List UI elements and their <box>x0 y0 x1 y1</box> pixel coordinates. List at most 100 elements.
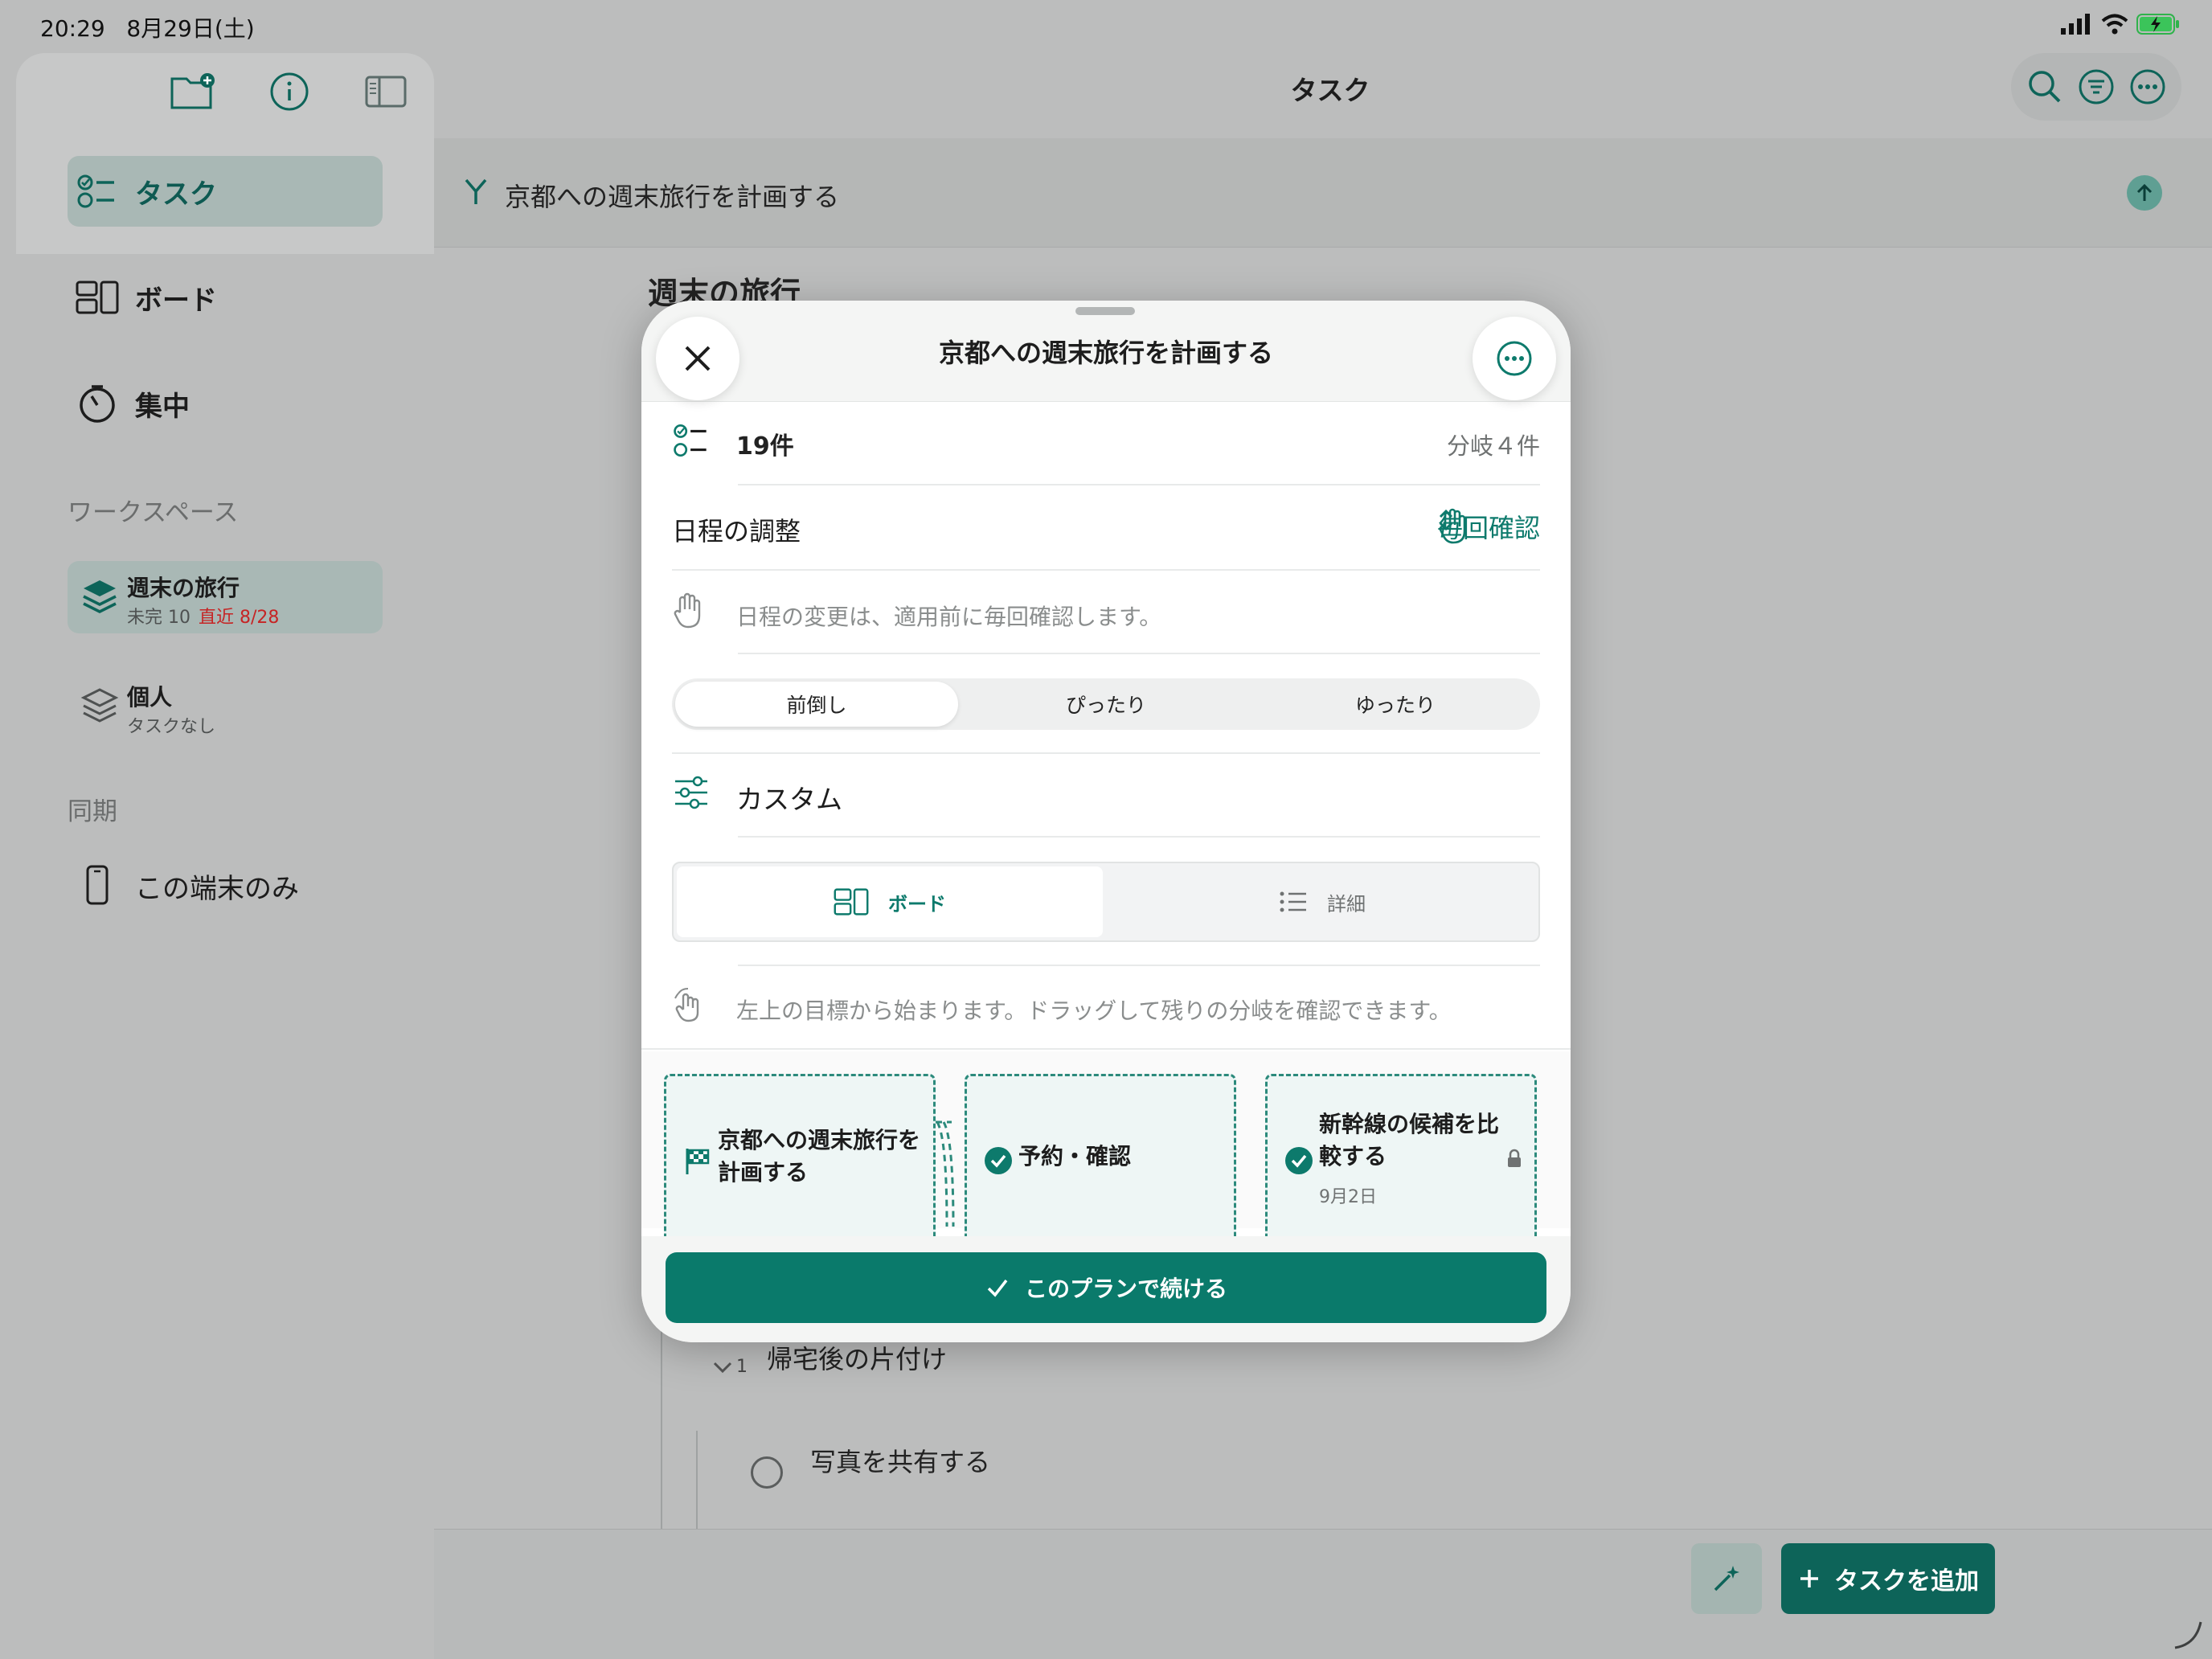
plan-sheet: 京都への週末旅行を計画する 19件 分岐４件 日程の調整 毎回確認 日程の変更は… <box>641 301 1571 1342</box>
more-icon[interactable] <box>2127 66 2169 108</box>
task-group[interactable]: 1 帰宅後の片付け <box>712 1337 947 1377</box>
board-card-goal[interactable]: 京都への週末旅行を計画する <box>664 1074 936 1259</box>
group-count: 1 <box>736 1357 748 1377</box>
confirm-mode-select[interactable]: 毎回確認 <box>1437 508 1540 545</box>
sidebar-toolbar <box>169 68 410 116</box>
workspace-section-header: ワークスペース <box>68 498 239 527</box>
sidebar-item-tasks[interactable]: タスク <box>68 156 383 227</box>
layers-icon <box>80 577 119 616</box>
sidebar-toggle-icon[interactable] <box>362 68 410 116</box>
goal-bar[interactable]: 京都への週末旅行を計画する <box>434 138 2212 248</box>
view-option-detail[interactable]: 詳細 <box>1109 866 1535 937</box>
branch-icon <box>460 175 492 207</box>
confirm-hint: 日程の変更は、適用前に毎回確認します。 <box>736 604 1162 630</box>
divider <box>672 752 1540 754</box>
corner-handle-icon <box>2172 1619 2204 1651</box>
workspace-item-weekend-trip[interactable]: 週末の旅行 未完 10 直近 8/28 <box>68 561 383 633</box>
mode-option-exact[interactable]: ぴったり <box>965 682 1247 727</box>
status-time: 20:29 8月29日(土) <box>40 11 255 43</box>
page-title: タスク <box>1290 75 1370 106</box>
sheet-grabber[interactable] <box>1075 307 1135 315</box>
close-button[interactable] <box>656 317 739 400</box>
divider <box>738 653 1540 654</box>
board-hint: 左上の目標から始まります。ドラッグして残りの分岐を確認できます。 <box>736 997 1452 1024</box>
sync-item-label: この端末のみ <box>135 872 299 905</box>
checkmark-icon <box>985 1275 1010 1301</box>
sheet-more-button[interactable] <box>1473 317 1556 400</box>
sync-section-header: 同期 <box>68 797 117 826</box>
layers-outline-icon <box>80 686 119 725</box>
schedule-row: 日程の調整 毎回確認 <box>672 503 1540 551</box>
schedule-label: 日程の調整 <box>672 516 801 547</box>
add-task-button[interactable]: タスクを追加 <box>1781 1543 1995 1614</box>
view-mode-segment: ボード 詳細 <box>672 862 1540 942</box>
custom-label: カスタム <box>736 784 842 815</box>
mode-option-relaxed[interactable]: ゆったり <box>1254 682 1537 727</box>
view-option-label: ボード <box>888 892 946 916</box>
divider <box>672 569 1540 571</box>
search-icon[interactable] <box>2024 66 2066 108</box>
divider <box>738 484 1540 485</box>
mode-option-label: ゆったり <box>1354 694 1436 717</box>
board-hint-row: 左上の目標から始まります。ドラッグして残りの分岐を確認できます。 <box>672 984 1540 1032</box>
tree-line <box>696 1431 698 1535</box>
sheet-title: 京都への週末旅行を計画する <box>938 338 1273 368</box>
checklist-icon <box>672 421 711 460</box>
flag-icon <box>682 1145 713 1176</box>
sync-item-this-device[interactable]: この端末のみ <box>68 850 383 921</box>
card-title: 新幹線の候補を比較する <box>1319 1111 1500 1169</box>
hand-icon <box>672 592 711 630</box>
divider <box>738 965 1540 966</box>
status-clock: 20:29 <box>40 15 105 42</box>
sidebar-item-board[interactable]: ボード <box>68 262 383 333</box>
chevron-up-down-icon <box>1437 507 1476 546</box>
sidebar-item-focus[interactable]: 集中 <box>68 368 383 439</box>
mode-option-advance[interactable]: 前倒し <box>675 682 958 727</box>
continue-plan-button[interactable]: このプランで続ける <box>666 1252 1546 1323</box>
task-count: 19件 <box>736 432 794 461</box>
mode-option-label: ぴったり <box>1065 694 1146 717</box>
task-checkbox[interactable] <box>751 1456 783 1489</box>
workspace-item-personal[interactable]: 個人 タスクなし <box>68 670 383 743</box>
card-title: 予約・確認 <box>1018 1143 1132 1169</box>
workspace-due: 直近 8/28 <box>199 608 280 628</box>
sidebar-item-label: 集中 <box>135 390 190 423</box>
count-row: 19件 分岐４件 <box>672 420 1540 468</box>
new-folder-icon[interactable] <box>169 68 217 116</box>
sidebar-item-label: タスク <box>135 178 217 211</box>
task-title: 写真を共有する <box>810 1447 991 1477</box>
branch-count: 分岐４件 <box>1446 432 1540 460</box>
status-icons <box>2061 13 2180 35</box>
plus-icon <box>1797 1567 1821 1591</box>
card-date: 9月2日 <box>1319 1182 1377 1270</box>
close-icon <box>680 341 715 376</box>
chevron-down-icon <box>712 1360 733 1374</box>
workspace-open-count: 未完 10 <box>127 608 190 628</box>
status-date: 8月29日(土) <box>126 15 255 42</box>
timer-icon <box>76 382 119 425</box>
drag-hand-icon <box>672 987 711 1026</box>
sidebar-item-label: ボード <box>135 284 217 317</box>
workspace-name: 個人 <box>127 684 173 711</box>
magic-wand-button[interactable] <box>1691 1543 1762 1614</box>
board-card-booking[interactable]: 予約・確認 <box>965 1074 1236 1259</box>
goal-title: 京都への週末旅行を計画する <box>505 182 840 212</box>
task-row[interactable]: 写真を共有する <box>751 1432 990 1489</box>
check-circle-icon <box>1284 1145 1314 1176</box>
workspace-name: 週末の旅行 <box>127 575 240 601</box>
divider <box>738 836 1540 838</box>
phone-icon <box>76 864 119 907</box>
custom-row[interactable]: カスタム <box>672 770 1540 818</box>
sheet-footer: このプランで続ける <box>641 1236 1571 1342</box>
confirm-hint-row: 日程の変更は、適用前に毎回確認します。 <box>672 590 1540 638</box>
checklist-icon <box>76 170 119 213</box>
scroll-up-icon[interactable] <box>2127 175 2162 211</box>
card-title: 京都への週末旅行を計画する <box>718 1127 921 1186</box>
group-label: 帰宅後の片付け <box>767 1343 948 1374</box>
card-date-value: 9月2日 <box>1319 1187 1377 1207</box>
info-icon[interactable] <box>265 68 313 116</box>
view-option-board[interactable]: ボード <box>677 866 1103 937</box>
filter-icon[interactable] <box>2075 66 2117 108</box>
continue-plan-label: このプランで続ける <box>1024 1276 1227 1302</box>
board-card-shinkansen[interactable]: 新幹線の候補を比較する 9月2日 <box>1265 1074 1537 1270</box>
